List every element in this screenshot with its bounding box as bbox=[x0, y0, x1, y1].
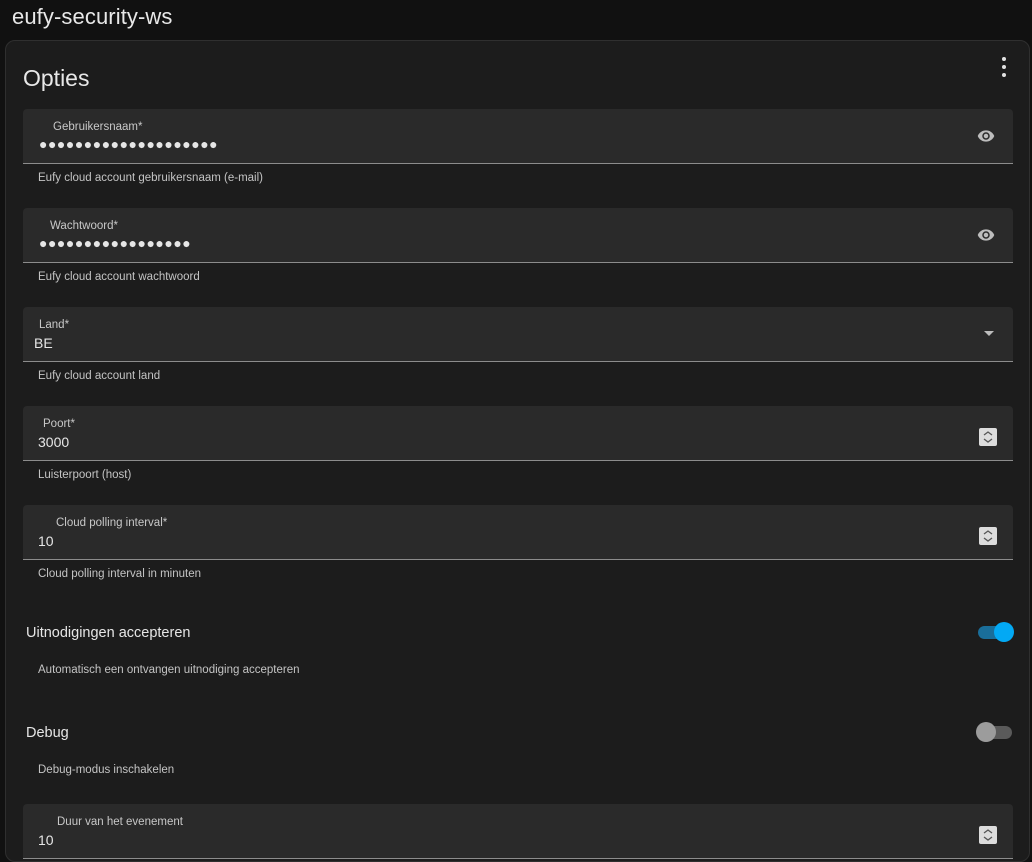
dropdown-caret-icon[interactable] bbox=[984, 331, 994, 336]
eye-icon[interactable] bbox=[975, 127, 997, 145]
accept-invitations-helper: Automatisch een ontvangen uitnodiging ac… bbox=[38, 664, 300, 676]
card-title: Opties bbox=[23, 65, 90, 91]
password-label: Wachtwoord* bbox=[50, 220, 118, 232]
polling-interval-helper: Cloud polling interval in minuten bbox=[38, 568, 202, 580]
country-value: BE bbox=[34, 335, 53, 351]
spinner-icon[interactable] bbox=[979, 826, 997, 844]
eye-icon[interactable] bbox=[975, 226, 997, 244]
debug-helper: Debug-modus inschakelen bbox=[38, 764, 175, 776]
country-select[interactable]: Land* BE bbox=[23, 307, 1013, 362]
spinner-icon[interactable] bbox=[979, 428, 997, 446]
polling-interval-field[interactable]: Cloud polling interval* 10 bbox=[23, 505, 1013, 560]
username-field[interactable]: Gebruikersnaam* ●●●●●●●●●●●●●●●●●●●● bbox=[23, 109, 1013, 164]
spinner-icon[interactable] bbox=[979, 527, 997, 545]
accept-invitations-label: Uitnodigingen accepteren bbox=[26, 625, 191, 641]
port-input[interactable]: 3000 bbox=[38, 434, 69, 450]
password-helper: Eufy cloud account wachtwoord bbox=[38, 271, 200, 283]
password-input[interactable]: ●●●●●●●●●●●●●●●●● bbox=[39, 235, 191, 251]
event-duration-input[interactable]: 10 bbox=[38, 832, 54, 848]
more-vert-icon[interactable] bbox=[996, 57, 1012, 77]
debug-switch[interactable] bbox=[976, 722, 1014, 742]
password-field[interactable]: Wachtwoord* ●●●●●●●●●●●●●●●●● bbox=[23, 208, 1013, 263]
port-helper: Luisterpoort (host) bbox=[38, 469, 132, 481]
debug-label: Debug bbox=[26, 725, 69, 741]
event-duration-label: Duur van het evenement bbox=[57, 816, 183, 828]
country-label: Land* bbox=[39, 319, 70, 331]
port-field[interactable]: Poort* 3000 bbox=[23, 406, 1013, 461]
event-duration-field[interactable]: Duur van het evenement 10 bbox=[23, 804, 1013, 859]
polling-interval-input[interactable]: 10 bbox=[38, 533, 54, 549]
app-title: eufy-security-ws bbox=[12, 4, 173, 29]
accept-invitations-switch[interactable] bbox=[976, 622, 1014, 642]
username-helper: Eufy cloud account gebruikersnaam (e-mai… bbox=[38, 172, 263, 184]
port-label: Poort* bbox=[43, 418, 75, 430]
options-card: Opties Gebruikersnaam* ●●●●●●●●●●●●●●●●●… bbox=[5, 40, 1030, 862]
username-label: Gebruikersnaam* bbox=[53, 121, 143, 133]
username-input[interactable]: ●●●●●●●●●●●●●●●●●●●● bbox=[39, 136, 218, 152]
country-helper: Eufy cloud account land bbox=[38, 370, 161, 382]
polling-interval-label: Cloud polling interval* bbox=[56, 517, 168, 529]
